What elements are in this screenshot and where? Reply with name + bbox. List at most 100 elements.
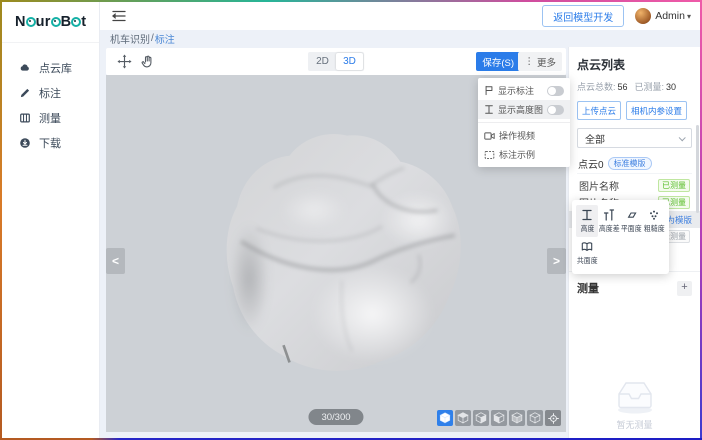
back-to-model-dev-button[interactable]: 返回模型开发 xyxy=(542,5,624,27)
pointcloud-group-row[interactable]: 点云0 标准模版 xyxy=(577,157,692,174)
sidebar: NurBt 点云库 标注 测量 下载 xyxy=(2,2,100,438)
view-back-button[interactable] xyxy=(527,410,543,426)
gear-icon xyxy=(26,17,36,27)
gear-icon xyxy=(71,17,81,27)
next-image-button[interactable]: > xyxy=(547,248,566,274)
height-diff-icon xyxy=(603,209,615,221)
flag-icon xyxy=(484,85,494,96)
image-list-item[interactable]: 图片名称 已测量 xyxy=(577,177,692,194)
sidebar-nav: 点云库 标注 测量 下载 xyxy=(2,43,99,155)
tool-coplanarity[interactable]: 共面度 xyxy=(576,237,598,269)
view-iso-button[interactable] xyxy=(437,410,453,426)
app-window: NurBt 点云库 标注 测量 下载 xyxy=(0,0,702,440)
cube-icon xyxy=(456,411,470,425)
sidebar-item-download[interactable]: 下载 xyxy=(2,130,99,155)
sidebar-item-pointcloud-library[interactable]: 点云库 xyxy=(2,55,99,80)
stat-total-label: 点云总数: xyxy=(577,82,616,92)
chevron-down-icon xyxy=(679,134,686,141)
video-icon xyxy=(484,131,495,141)
upload-pointcloud-button[interactable]: 上传点云 xyxy=(577,101,621,120)
view-mode-segmented: 2D 3D xyxy=(308,52,364,71)
filter-select[interactable]: 全部 xyxy=(577,128,692,148)
collapse-menu-icon[interactable] xyxy=(112,10,126,22)
pointcloud-stats: 点云总数:56 已测量:30 xyxy=(577,80,692,93)
stat-measured-value: 30 xyxy=(666,82,676,92)
empty-state-text: 暂无测量 xyxy=(616,418,652,431)
menu-item-show-annotations[interactable]: 显示标注 xyxy=(478,81,570,100)
tool-label: 高度 xyxy=(580,223,594,234)
tool-flatness[interactable]: 平面度 xyxy=(621,205,643,237)
measured-tag: 已测量 xyxy=(658,179,690,192)
stat-measured-label: 已测量: xyxy=(635,82,665,92)
height-map-icon xyxy=(484,104,494,115)
cube-icon xyxy=(528,411,542,425)
camera-intrinsics-button[interactable]: 相机内参设置 xyxy=(626,101,687,120)
cloud-icon xyxy=(19,62,31,74)
menu-item-annotation-example[interactable]: 标注示例 xyxy=(478,145,570,164)
avatar[interactable] xyxy=(635,8,651,24)
tool-roughness[interactable]: 粗糙度 xyxy=(643,205,665,237)
ruler-icon xyxy=(19,112,31,124)
tool-label: 粗糙度 xyxy=(644,223,665,234)
tooth-3d-model xyxy=(221,127,473,375)
roughness-icon xyxy=(648,209,660,221)
sidebar-item-label: 测量 xyxy=(39,110,61,126)
image-pager: 30/300 xyxy=(308,409,363,425)
cube-icon xyxy=(510,411,524,425)
user-menu[interactable]: Admin▾ xyxy=(655,10,691,22)
pointcloud-group-name: 点云0 xyxy=(578,156,604,171)
username: Admin xyxy=(655,10,685,22)
prev-image-button[interactable]: < xyxy=(106,248,125,274)
panel-scrollbar[interactable] xyxy=(696,125,699,213)
menu-item-tutorial-video[interactable]: 操作视频 xyxy=(478,126,570,145)
view-top-button[interactable] xyxy=(455,410,471,426)
measure-tool-palette: 高度 高度差 平面度 粗糙度 共面度 xyxy=(572,200,669,274)
sidebar-item-annotate[interactable]: 标注 xyxy=(2,80,99,105)
menu-item-label: 显示标注 xyxy=(498,84,534,97)
view-orientation-bar xyxy=(437,410,561,426)
sidebar-item-label: 下载 xyxy=(39,135,61,151)
frame-border-left xyxy=(0,0,2,440)
frame-border-top xyxy=(0,0,702,2)
measure-title: 测量 xyxy=(577,280,599,296)
view-right-button[interactable] xyxy=(473,410,489,426)
view-left-button[interactable] xyxy=(491,410,507,426)
save-button[interactable]: 保存(S) xyxy=(476,52,520,71)
stat-measured: 已测量:30 xyxy=(635,80,677,93)
cube-icon xyxy=(492,411,506,425)
logo-text: N xyxy=(15,14,26,30)
image-name: 图片名称 xyxy=(579,178,619,193)
flatness-icon xyxy=(626,209,638,221)
topbar: 返回模型开发 Admin▾ xyxy=(100,2,700,30)
download-icon xyxy=(19,137,31,149)
sidebar-item-measure[interactable]: 测量 xyxy=(2,105,99,130)
sidebar-item-label: 标注 xyxy=(39,85,61,101)
tool-label: 平面度 xyxy=(621,223,642,234)
tool-label: 共面度 xyxy=(577,255,598,266)
pan-hand-icon[interactable] xyxy=(141,54,155,69)
tool-height[interactable]: 高度 xyxy=(576,205,598,237)
sidebar-item-label: 点云库 xyxy=(39,60,72,76)
app-root: NurBt 点云库 标注 测量 下载 xyxy=(2,2,700,438)
height-tool-icon xyxy=(581,209,593,221)
breadcrumb-parent[interactable]: 机车识别 xyxy=(110,31,150,46)
stat-total-value: 56 xyxy=(618,82,628,92)
add-measure-button[interactable]: + xyxy=(677,281,692,296)
menu-item-label: 操作视频 xyxy=(499,129,535,142)
ellipsis-icon: ⋮ xyxy=(524,56,534,67)
view-3d-button[interactable]: 3D xyxy=(336,53,363,70)
breadcrumb-current: 标注 xyxy=(155,31,175,46)
stat-total: 点云总数:56 xyxy=(577,80,628,93)
view-2d-button[interactable]: 2D xyxy=(309,53,336,70)
menu-item-label: 标注示例 xyxy=(499,148,535,161)
show-annotations-toggle[interactable] xyxy=(547,86,564,96)
show-heightmap-toggle[interactable] xyxy=(547,105,564,115)
menu-item-show-heightmap[interactable]: 显示高度图 xyxy=(478,100,570,119)
view-front-button[interactable] xyxy=(509,410,525,426)
tool-height-diff[interactable]: 高度差 xyxy=(598,205,620,237)
more-dropdown-menu: 显示标注 显示高度图 操作视频 标注示例 xyxy=(478,78,570,167)
logo-text: ur xyxy=(36,14,51,30)
reset-view-button[interactable] xyxy=(545,410,561,426)
move-tool-icon[interactable] xyxy=(117,54,132,69)
more-button[interactable]: ⋮更多 xyxy=(518,52,562,71)
